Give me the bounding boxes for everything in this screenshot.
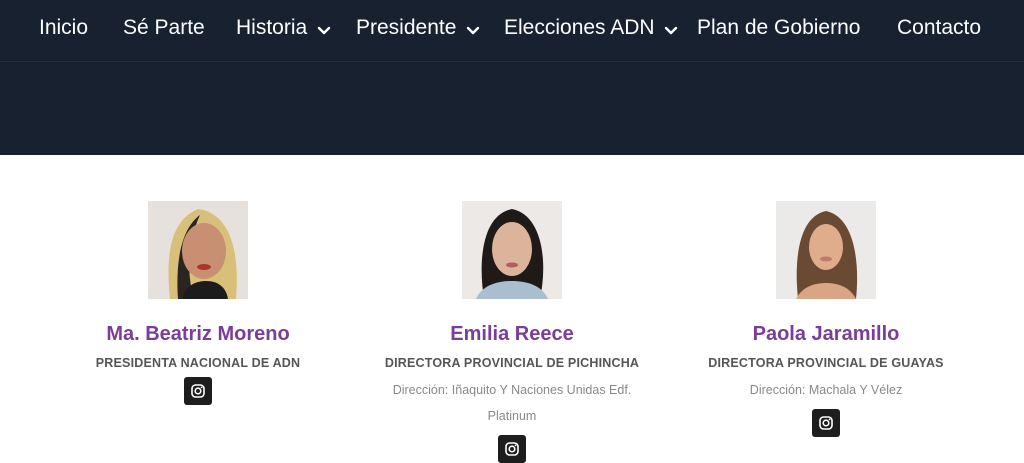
member-card: Emilia Reece DIRECTORA PROVINCIAL DE PIC… — [347, 195, 677, 463]
instagram-icon — [819, 416, 833, 430]
nav-item-elecciones-adn[interactable]: Elecciones ADN — [504, 14, 678, 42]
nav-item-presidente[interactable]: Presidente — [356, 14, 480, 42]
nav-label: Inicio — [39, 16, 89, 39]
member-role: PRESIDENTA NACIONAL DE ADN — [95, 356, 301, 370]
chevron-down-icon — [317, 26, 331, 35]
chevron-down-icon — [665, 26, 678, 35]
member-photo — [148, 201, 248, 299]
nav-item-contacto[interactable]: Contacto — [897, 14, 981, 42]
chevron-down-icon — [467, 26, 480, 35]
member-photo — [462, 201, 562, 299]
member-name: Emilia Reece — [450, 323, 574, 345]
nav-label: Plan de Gobierno — [697, 16, 861, 39]
hero-banner — [0, 62, 1024, 155]
member-role: DIRECTORA PROVINCIAL DE PICHINCHA — [384, 356, 640, 370]
instagram-icon — [191, 384, 205, 398]
member-name: Ma. Beatriz Moreno — [106, 323, 290, 345]
nav-item-inicio[interactable]: Inicio — [39, 14, 88, 42]
instagram-icon — [505, 442, 519, 456]
instagram-button[interactable] — [498, 435, 526, 463]
nav-label: Sé Parte — [123, 16, 205, 39]
instagram-button[interactable] — [184, 377, 212, 405]
main-navbar: Inicio Sé Parte Historia Presidente Elec… — [0, 0, 1024, 62]
nav-label: Elecciones ADN — [504, 16, 655, 39]
member-name: Paola Jaramillo — [752, 323, 900, 345]
member-card: Ma. Beatriz Moreno PRESIDENTA NACIONAL D… — [33, 195, 363, 405]
nav-label: Contacto — [897, 16, 982, 39]
member-address: Dirección: Iñaquito Y Naciones Unidas Ed… — [392, 383, 632, 423]
member-card: Paola Jaramillo DIRECTORA PROVINCIAL DE … — [661, 195, 991, 437]
instagram-button[interactable] — [812, 409, 840, 437]
nav-item-se-parte[interactable]: Sé Parte — [123, 14, 205, 42]
nav-item-historia[interactable]: Historia — [236, 14, 331, 42]
member-address: Dirección: Machala Y Vélez — [749, 383, 903, 397]
member-photo — [776, 201, 876, 299]
nav-label: Presidente — [356, 16, 457, 39]
member-role: DIRECTORA PROVINCIAL DE GUAYAS — [708, 356, 944, 370]
nav-label: Historia — [236, 16, 308, 39]
nav-item-plan-de-gobierno[interactable]: Plan de Gobierno — [697, 14, 860, 42]
